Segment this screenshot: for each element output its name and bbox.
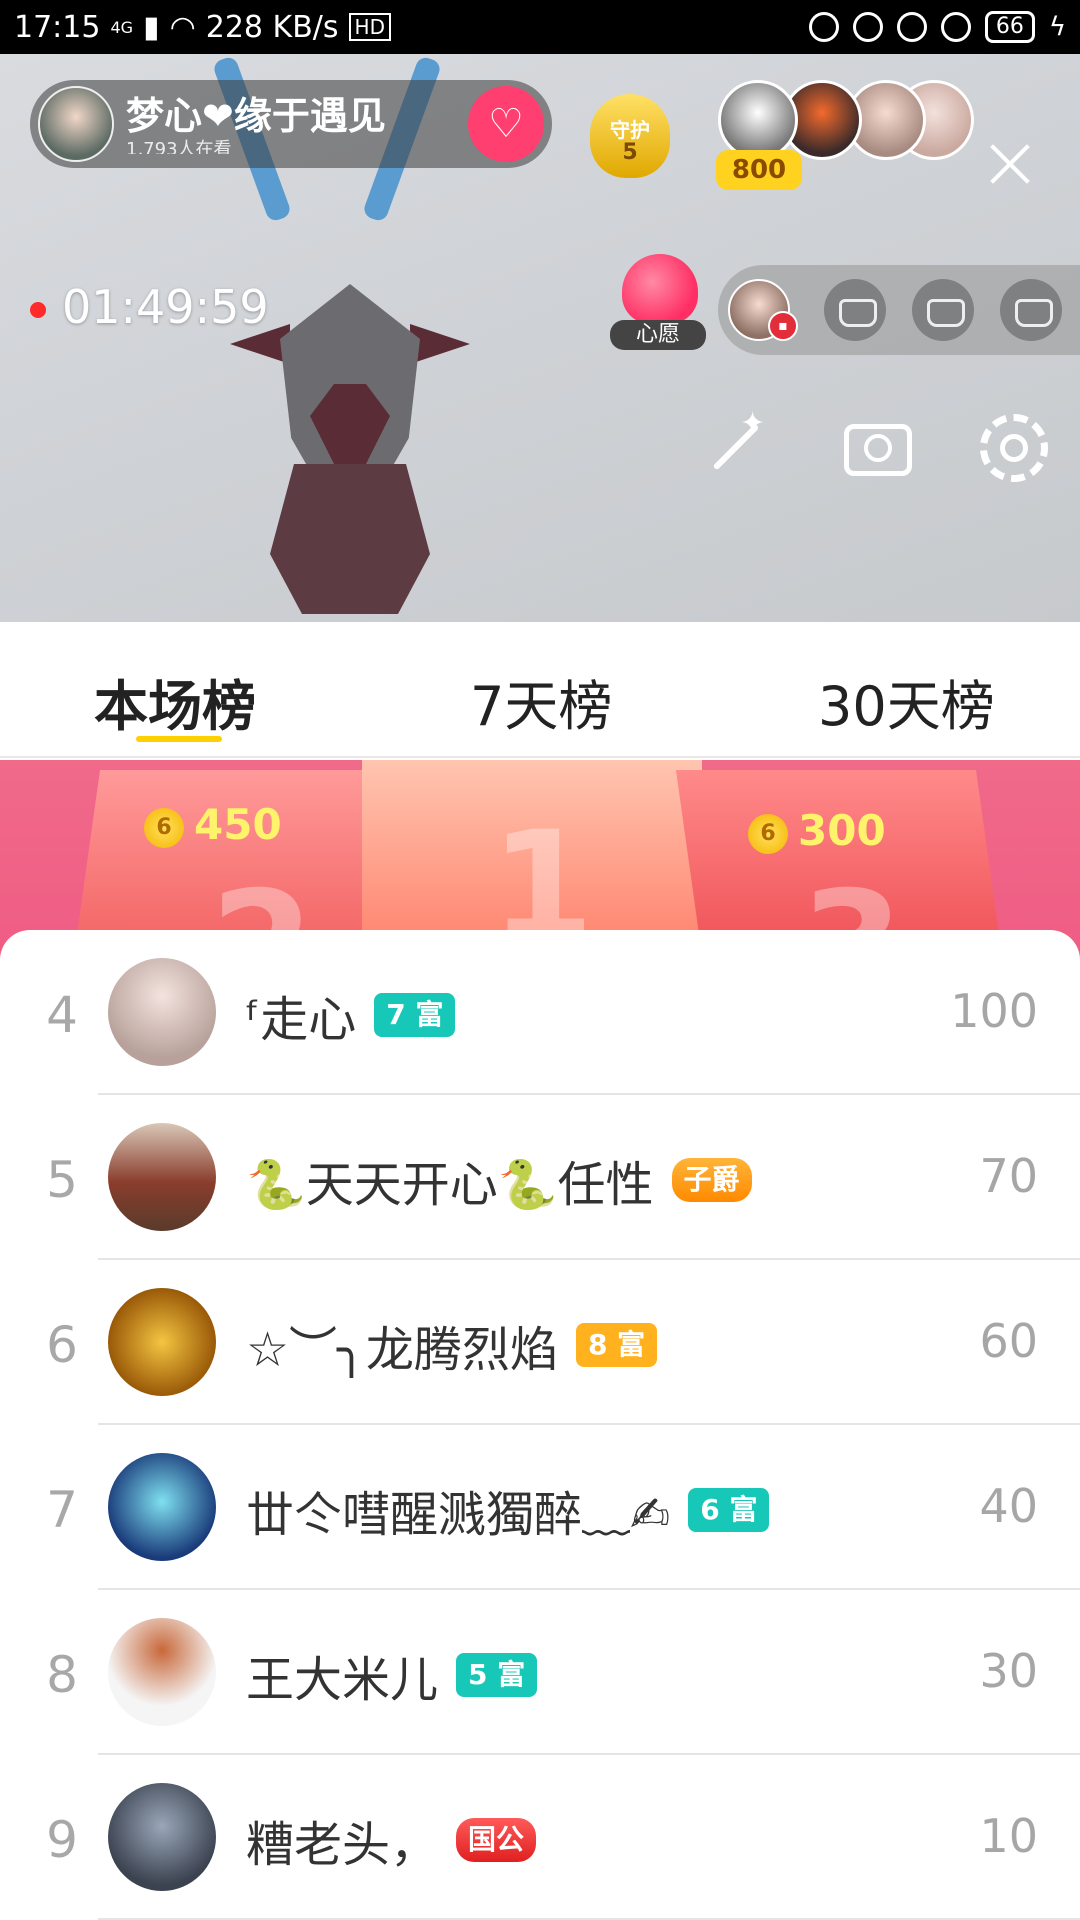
wish-button[interactable]: 心愿 — [606, 254, 710, 354]
network-icon: 4G — [110, 17, 134, 37]
live-video[interactable]: 梦心❤缘于遇见 1,793人在看 ♡ 守护 5 800 01:49:59 心愿 … — [0, 54, 1080, 622]
rank-number: 7 — [46, 1481, 78, 1539]
wifi-icon: ◠ — [169, 9, 196, 45]
rank-number: 9 — [46, 1811, 78, 1869]
contribution-score: 40 — [979, 1479, 1038, 1533]
third-score-value: 300 — [798, 806, 886, 855]
ranking-row[interactable]: 6 ☆︶╮龙腾烈焰 8 富 60 — [0, 1260, 1080, 1425]
rank-number: 6 — [46, 1316, 78, 1374]
tab-7-days[interactable]: 7天榜 — [470, 662, 612, 741]
second-score-value: 450 — [194, 800, 282, 849]
user-avatar[interactable] — [108, 1618, 216, 1726]
rank-number: 5 — [46, 1151, 78, 1209]
rank-title-badge: 国公 — [456, 1818, 537, 1862]
close-icon[interactable] — [990, 144, 1030, 184]
flip-camera-icon[interactable] — [838, 408, 918, 488]
empty-seat-sofa-icon[interactable] — [1000, 279, 1062, 341]
user-avatar[interactable] — [108, 1123, 216, 1231]
rank-title-badge: 子爵 — [671, 1158, 752, 1202]
user-name: ᶠ走心 — [246, 992, 357, 1048]
user-name-line: ᶠ走心 7 富 — [246, 980, 456, 1050]
contribution-score: 10 — [979, 1809, 1038, 1863]
deer-head-decoration — [230, 224, 470, 614]
coin-icon: 6 — [144, 807, 184, 848]
battery-indicator: 66 — [984, 11, 1035, 43]
empty-seat-sofa-icon[interactable] — [824, 279, 886, 341]
coin-icon: 6 — [748, 813, 788, 854]
active-tab-indicator — [136, 736, 222, 742]
heart-plus-icon: ♡ — [488, 101, 524, 147]
contribution-score: 70 — [979, 1149, 1038, 1203]
guard-title: 守护 — [610, 118, 650, 142]
hd-icon: HD — [348, 13, 391, 41]
ranking-row[interactable]: 5 🐍天天开心🐍任性 子爵 70 — [0, 1095, 1080, 1260]
leaderboard-tabs: 本场榜 7天榜 30天榜 — [0, 622, 1080, 758]
heart-icon — [622, 254, 698, 324]
ranking-row[interactable]: 4 ᶠ走心 7 富 100 — [0, 930, 1080, 1095]
signal-icon: ▮ — [143, 9, 160, 45]
live-timer: 01:49:59 — [62, 280, 269, 334]
wish-label: 心愿 — [610, 320, 706, 350]
user-name: ☆︶╮龙腾烈焰 — [246, 1322, 558, 1378]
ranking-row[interactable]: 7 丗仒嘒醒溅獨醉﹏✍ 6 富 40 — [0, 1425, 1080, 1590]
user-name-line: ☆︶╮龙腾烈焰 8 富 — [246, 1310, 658, 1380]
user-avatar[interactable] — [108, 1783, 216, 1891]
tab-this-session[interactable]: 本场榜 — [94, 662, 256, 741]
ranking-row[interactable]: 9 糟老头， 国公 10 — [0, 1755, 1080, 1920]
anchor-info-card[interactable]: 梦心❤缘于遇见 1,793人在看 ♡ — [30, 80, 552, 168]
user-name-line: 丗仒嘒醒溅獨醉﹏✍ 6 富 — [246, 1475, 770, 1545]
anchor-avatar[interactable] — [38, 86, 114, 162]
contribution-score: 30 — [979, 1644, 1038, 1698]
user-name-line: 王大米儿 5 富 — [246, 1640, 538, 1710]
tab-30-days[interactable]: 30天榜 — [818, 662, 995, 741]
ranking-row[interactable]: 8 王大米儿 5 富 30 — [0, 1590, 1080, 1755]
wealth-badge: 7 富 — [374, 993, 456, 1037]
user-avatar[interactable] — [108, 958, 216, 1066]
follow-button[interactable]: ♡ — [468, 86, 544, 162]
contribution-score: 100 — [950, 984, 1038, 1038]
audience-avatar[interactable] — [718, 80, 798, 160]
alarm-icon — [896, 12, 927, 42]
headphones-icon — [940, 12, 971, 42]
anchor-name: 梦心❤缘于遇见 — [126, 94, 386, 138]
wealth-badge: 5 富 — [456, 1653, 538, 1697]
wealth-badge: 6 富 — [688, 1488, 770, 1532]
magic-wand-icon[interactable] — [696, 406, 776, 488]
user-name-line: 糟老头， 国公 — [246, 1805, 537, 1875]
user-avatar[interactable] — [108, 1453, 216, 1561]
user-avatar[interactable] — [108, 1288, 216, 1396]
rank-number: 4 — [46, 986, 78, 1044]
audience-avatars[interactable]: 800 — [716, 80, 974, 190]
guard-badge[interactable]: 守护 5 — [584, 84, 676, 180]
user-name: 🐍天天开心🐍任性 — [246, 1157, 654, 1213]
rank-number: 8 — [46, 1646, 78, 1704]
lock-icon — [852, 12, 883, 42]
contribution-score: 60 — [979, 1314, 1038, 1368]
viewer-count-text: 1,793人在看 — [126, 139, 232, 154]
sofa-badge-icon: ▪ — [768, 311, 798, 341]
wealth-badge: 8 富 — [575, 1323, 658, 1367]
user-name: 糟老头， — [246, 1817, 439, 1873]
status-bar: 17:15 4G ▮ ◠ 228 KB/s HD 66 ϟ — [0, 0, 1080, 54]
status-time: 17:15 — [14, 9, 101, 45]
user-name: 丗仒嘒醒溅獨醉﹏✍ — [246, 1487, 671, 1543]
charging-icon: ϟ — [1048, 12, 1066, 42]
audience-count-badge[interactable]: 800 — [716, 150, 802, 190]
network-speed: 228 KB/s — [205, 9, 339, 45]
ranking-list: 4 ᶠ走心 7 富 100 5 🐍天天开心🐍任性 子爵 70 6 ☆︶╮龙腾烈焰… — [0, 930, 1080, 1920]
third-place-score: 6 300 — [748, 806, 886, 855]
empty-seat-sofa-icon[interactable] — [912, 279, 974, 341]
guest-seat-bar: ▪ — [718, 265, 1080, 355]
user-name: 王大米儿 — [246, 1652, 439, 1708]
settings-gear-icon[interactable] — [974, 408, 1054, 488]
second-place-score: 6 450 — [144, 800, 282, 849]
live-indicator-dot — [30, 302, 46, 318]
mute-icon — [808, 12, 839, 42]
user-name-line: 🐍天天开心🐍任性 子爵 — [246, 1145, 752, 1215]
guard-level: 5 — [622, 140, 638, 165]
